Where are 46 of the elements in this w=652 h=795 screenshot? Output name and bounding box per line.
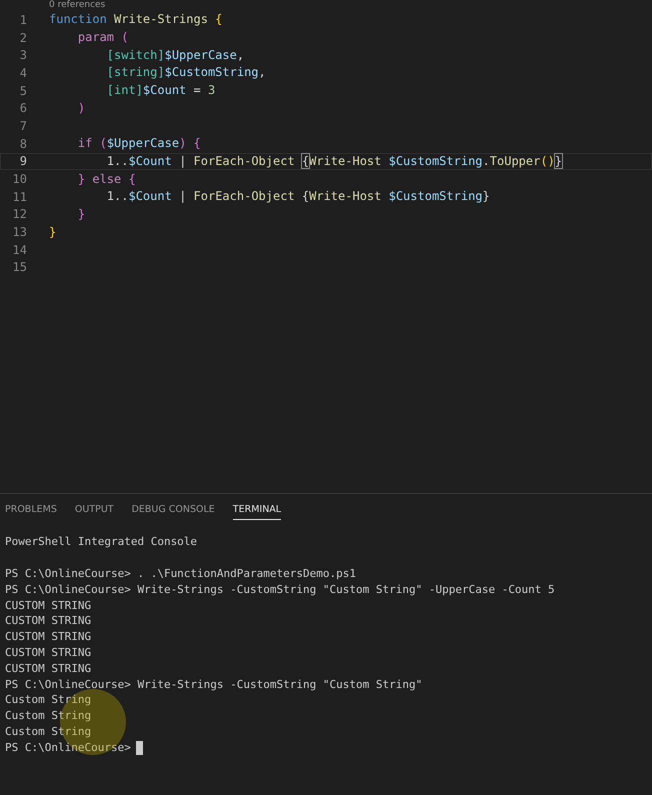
terminal-line: PS C:\OnlineCourse> Write-Strings -CustomString "Custom String" <box>5 676 422 692</box>
panel-tab[interactable]: PROBLEMS <box>5 504 57 520</box>
panel-tab[interactable]: DEBUG CONSOLE <box>132 504 215 520</box>
code-text: param ( <box>76 29 128 46</box>
line-number: 1 <box>18 12 27 27</box>
code-text: [switch]$UpperCase, <box>106 46 244 64</box>
code-text: } <box>49 224 56 241</box>
terminal-line: PS C:\OnlineCourse> . .\FunctionAndParametersDemo.ps1 <box>5 566 356 582</box>
panel-tab[interactable]: OUTPUT <box>74 504 114 520</box>
line-number: 12 <box>12 207 27 222</box>
line-number: 10 <box>12 172 27 186</box>
panel-tab[interactable]: TERMINAL <box>232 504 282 520</box>
line-number: 6 <box>18 101 27 116</box>
line-number: 8 <box>18 136 27 151</box>
terminal-line: CUSTOM STRING <box>5 598 92 614</box>
terminal-line: PS C:\OnlineCourse> Write-Strings -CustomString "Custom String" -UpperCase -Count 5 <box>5 582 555 598</box>
terminal-title: PowerShell Integrated Console <box>5 534 198 550</box>
code-text: ) <box>76 100 86 117</box>
line-number: 3 <box>18 48 27 62</box>
line-number: 9 <box>18 154 27 168</box>
code-text: [int]$Count = 3 <box>106 82 216 100</box>
code-text: } else { <box>76 170 136 188</box>
terminal-line: CUSTOM STRING <box>5 644 92 661</box>
line-number: 13 <box>12 225 27 240</box>
code-text: 1..$Count | ForEach-Object {Write-Host $CustomString.ToUpper()} <box>106 152 562 170</box>
line-number: 5 <box>18 84 27 98</box>
code-text: [string]$CustomString, <box>106 64 266 82</box>
code-text: function Write-Strings { <box>49 11 222 28</box>
terminal-cursor <box>136 740 143 755</box>
code-text: if ($UpperCase) { <box>76 135 201 152</box>
terminal-line: Custom String <box>5 724 92 740</box>
codelens-text[interactable]: 0 references <box>49 0 106 11</box>
line-number: 4 <box>18 66 27 80</box>
terminal-line: Custom String <box>5 692 92 708</box>
line-number: 7 <box>18 118 27 133</box>
line-number: 15 <box>12 260 27 274</box>
code-text: 1..$Count | ForEach-Object {Write-Host $CustomString} <box>106 188 490 206</box>
terminal-line: CUSTOM STRING <box>5 613 92 630</box>
terminal-line: Custom String <box>5 708 92 724</box>
terminal-prompt: PS C:\OnlineCourse> <box>5 740 131 756</box>
line-number: 11 <box>12 190 27 204</box>
terminal-line: CUSTOM STRING <box>5 629 92 645</box>
code-text: } <box>76 206 86 223</box>
terminal-line: CUSTOM STRING <box>5 660 92 677</box>
line-number: 14 <box>12 242 27 257</box>
line-number: 2 <box>18 30 27 45</box>
